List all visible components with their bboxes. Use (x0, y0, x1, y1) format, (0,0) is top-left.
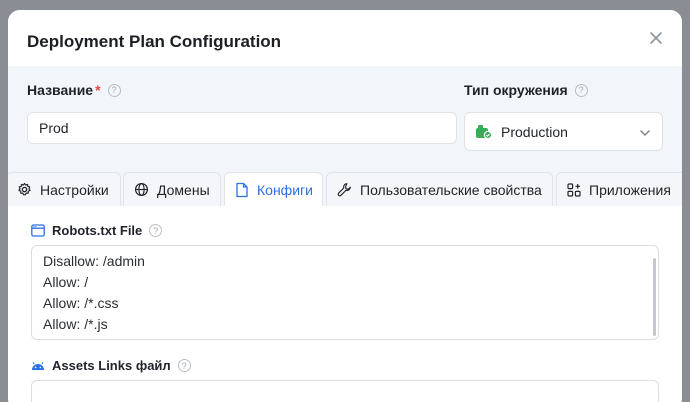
deployment-plan-modal: Deployment Plan Configuration Название *… (8, 10, 682, 402)
help-icon[interactable]: ? (177, 359, 191, 372)
env-select-value: Production (501, 123, 568, 140)
textarea-scrollbar[interactable] (653, 258, 656, 336)
robots-line: Allow: /*.js (43, 316, 108, 332)
tab-custom-properties-label: Пользовательские свойства (360, 181, 542, 198)
robots-line: Allow: / (43, 274, 89, 290)
help-icon[interactable]: ? (574, 83, 588, 97)
gear-icon (17, 182, 32, 197)
tab-domains-label: Домены (157, 181, 210, 198)
env-select[interactable]: Production (464, 112, 663, 151)
tab-applications-label: Приложения (589, 181, 671, 198)
modal-body: Название * ? Prod Тип окружения ? Produc… (8, 66, 682, 402)
configs-panel: Robots.txt File ? Disallow: /admin Allow… (8, 206, 682, 402)
assets-textarea[interactable] (31, 380, 659, 402)
tab-configs-label: Конфиги (257, 182, 313, 198)
assets-label: Assets Links файл ? (31, 358, 191, 373)
name-label-text: Название (27, 82, 94, 98)
tab-settings-label: Настройки (40, 181, 109, 198)
robots-line: Disallow: /admin (43, 253, 145, 269)
env-label-text: Тип окружения (464, 82, 568, 98)
robots-textarea[interactable]: Disallow: /admin Allow: / Allow: /*.css … (31, 245, 659, 340)
modal-title: Deployment Plan Configuration (27, 32, 282, 51)
apps-icon (567, 182, 581, 197)
file-icon (235, 182, 249, 198)
tab-configs[interactable]: Конфиги (224, 172, 323, 207)
name-label: Название * ? (27, 82, 121, 98)
android-icon (31, 361, 45, 371)
tab-bar: Настройки Домены Конфиги Пользовательски… (8, 172, 682, 207)
env-label: Тип окружения ? (464, 82, 588, 98)
tab-applications[interactable]: Приложения (556, 172, 682, 206)
env-production-icon (475, 123, 492, 140)
tab-settings[interactable]: Настройки (8, 172, 121, 206)
close-icon[interactable] (646, 28, 666, 48)
name-input[interactable]: Prod (27, 112, 457, 144)
robots-line: Allow: /*.css (43, 295, 119, 311)
tab-custom-properties[interactable]: Пользовательские свойства (326, 172, 553, 206)
globe-icon (134, 182, 149, 197)
modal-header: Deployment Plan Configuration (8, 10, 682, 66)
browser-window-icon (31, 224, 45, 237)
help-icon[interactable]: ? (107, 83, 121, 97)
robots-label-text: Robots.txt File (52, 223, 143, 238)
wrench-icon (337, 182, 352, 197)
required-mark: * (95, 82, 101, 98)
chevron-down-icon (638, 126, 652, 143)
robots-label: Robots.txt File ? (31, 223, 163, 238)
assets-label-text: Assets Links файл (52, 358, 171, 373)
help-icon[interactable]: ? (149, 224, 163, 237)
robots-lines: Disallow: /admin Allow: / Allow: /*.css … (43, 251, 145, 335)
tab-domains[interactable]: Домены (123, 172, 221, 206)
